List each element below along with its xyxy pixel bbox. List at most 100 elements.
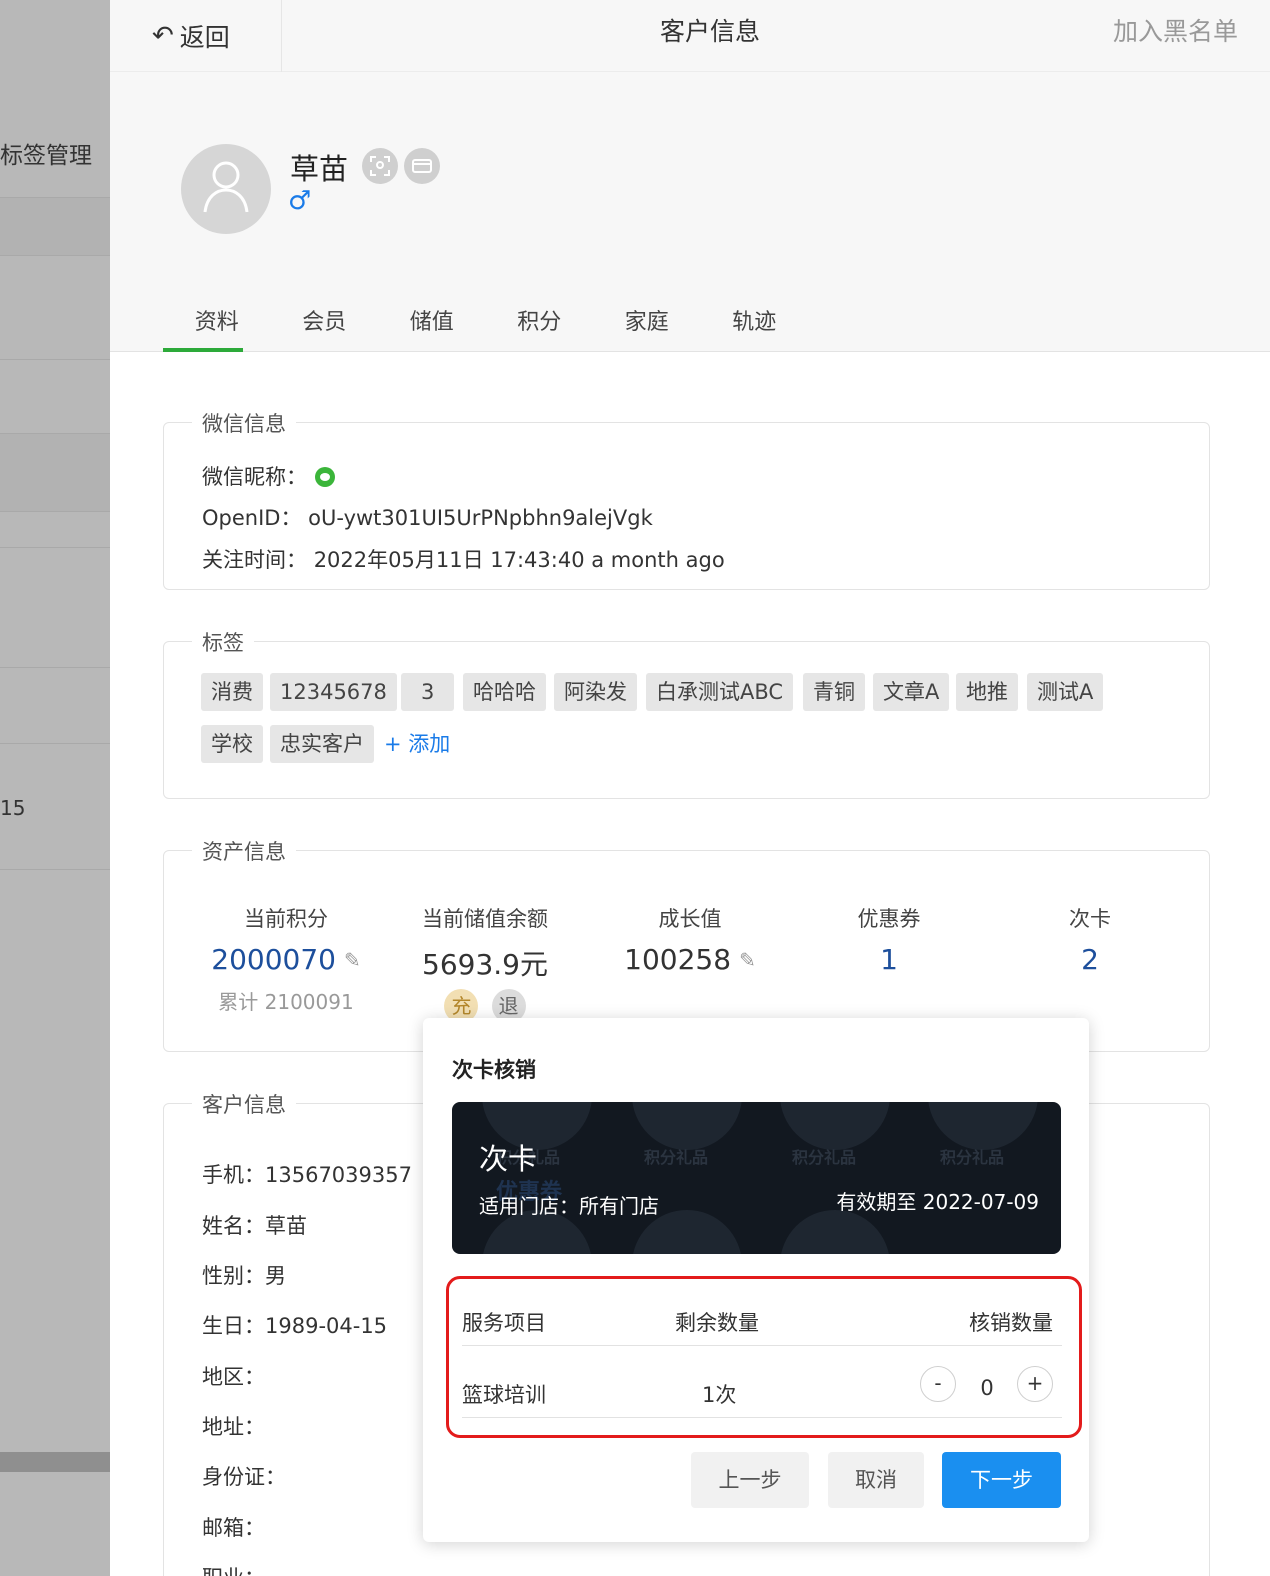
points-value-row: 2000070 ✎: [200, 943, 372, 976]
service-table: 服务项目 剩余数量 核销数量 篮球培训 1次 - 0 +: [446, 1276, 1082, 1438]
sidebar-row[interactable]: [0, 434, 110, 512]
tag-chip[interactable]: 忠实客户: [270, 725, 374, 763]
face-scan-icon[interactable]: [362, 148, 398, 184]
follow-time-row: 关注时间： 2022年05月11日 17:43:40 a month ago: [202, 544, 725, 574]
growth-label: 成长值: [658, 907, 722, 931]
section-title: 微信信息: [192, 408, 296, 438]
follow-time-value: 2022年05月11日 17:43:40 a month ago: [313, 548, 725, 572]
decrement-button[interactable]: -: [920, 1366, 956, 1402]
timecard-redeem-popover: 次卡核销 积分礼品 积分礼品 积分礼品 积分礼品 优惠券 次卡 适用门店：所有门…: [423, 1018, 1089, 1542]
tab-stored-value[interactable]: 储值: [378, 298, 486, 352]
balance-column: 当前储值余额 5693.9元 充 退: [410, 903, 560, 1023]
card-pattern: [928, 1102, 1038, 1150]
timecard-name: 次卡: [479, 1142, 538, 1176]
id-card-field: 身份证：: [202, 1465, 286, 1489]
address-field: 地址：: [202, 1415, 265, 1439]
service-name: 篮球培训: [462, 1383, 546, 1407]
column-header-redeem: 核销数量: [969, 1311, 1053, 1335]
email-field: 邮箱：: [202, 1516, 265, 1540]
sidebar-item-number: 15: [0, 796, 26, 820]
timecard-label: 次卡: [1069, 907, 1111, 931]
card-watermark: 积分礼品: [940, 1148, 1005, 1167]
next-step-button[interactable]: 下一步: [942, 1452, 1061, 1508]
occupation-field: 职业：: [202, 1562, 265, 1576]
region-field: 地区：: [202, 1365, 265, 1389]
timecard-value[interactable]: 2: [1030, 943, 1150, 976]
wechat-nickname-row: 微信昵称：: [202, 461, 335, 491]
sidebar-row[interactable]: [0, 198, 110, 256]
section-title: 资产信息: [192, 836, 296, 866]
increment-button[interactable]: +: [1017, 1366, 1053, 1402]
tab-family[interactable]: 家庭: [593, 298, 701, 352]
tag-chip[interactable]: 文章A: [873, 673, 950, 711]
tab-member[interactable]: 会员: [271, 298, 379, 352]
coupon-value[interactable]: 1: [829, 943, 949, 976]
follow-time-label: 关注时间：: [202, 548, 307, 572]
divider: [462, 1345, 1062, 1346]
sidebar: 标签管理 15: [0, 0, 110, 1576]
sidebar-item-tag-management[interactable]: 标签管理: [0, 136, 92, 170]
card-pattern: [632, 1102, 742, 1150]
card-watermark: 积分礼品: [644, 1148, 709, 1167]
tag-chip[interactable]: 白承测试ABC: [646, 673, 794, 711]
card-icon[interactable]: [404, 148, 440, 184]
sidebar-row[interactable]: 标签管理: [0, 0, 110, 198]
tag-chip[interactable]: 3: [401, 673, 455, 711]
user-icon: [203, 161, 249, 213]
tag-chip[interactable]: 消费: [201, 673, 263, 711]
tag-chip[interactable]: 测试A: [1027, 673, 1104, 711]
profile-header: 草苗 ♂ 资料 会员 储值 积分 家庭 轨迹: [110, 72, 1270, 352]
tab-points[interactable]: 积分: [486, 298, 594, 352]
edit-icon[interactable]: ✎: [344, 948, 361, 972]
phone-field: 手机：13567039357: [202, 1163, 412, 1187]
coupon-column: 优惠券 1: [829, 903, 949, 976]
tag-chip[interactable]: 青铜: [803, 673, 865, 711]
openid-value: oU-ywt301UI5UrPNpbhn9alejVgk: [308, 506, 653, 530]
popover-title: 次卡核销: [452, 1058, 536, 1082]
balance-value: 5693.9元: [422, 948, 548, 981]
back-label: 返回: [179, 23, 230, 52]
previous-step-button[interactable]: 上一步: [691, 1452, 809, 1508]
growth-value: 100258: [624, 943, 732, 976]
add-tag-button[interactable]: + 添加: [384, 725, 450, 763]
sidebar-row[interactable]: [0, 512, 110, 548]
growth-column: 成长值 100258 ✎: [610, 903, 770, 976]
sidebar-row[interactable]: [0, 548, 110, 668]
tab-bar: 资料 会员 储值 积分 家庭 轨迹: [163, 298, 808, 352]
top-bar: 客户信息 ↶ 返回 加入黑名单: [110, 0, 1270, 72]
card-watermark: 积分礼品: [792, 1148, 857, 1167]
edit-icon[interactable]: ✎: [739, 948, 756, 972]
tag-chip[interactable]: 哈哈哈: [463, 673, 546, 711]
points-label: 当前积分: [244, 907, 328, 931]
openid-row: OpenID： oU-ywt301UI5UrPNpbhn9alejVgk: [202, 502, 653, 532]
redeem-quantity[interactable]: 0: [972, 1376, 1002, 1400]
wechat-nickname-label: 微信昵称：: [202, 465, 307, 489]
cancel-button[interactable]: 取消: [828, 1452, 924, 1508]
timecard-expiry: 有效期至 2022-07-09: [836, 1190, 1039, 1214]
tab-trajectory[interactable]: 轨迹: [701, 298, 809, 352]
divider: [462, 1417, 1062, 1418]
tag-chip[interactable]: 学校: [201, 725, 263, 763]
add-to-blacklist-button[interactable]: 加入黑名单: [1113, 0, 1238, 64]
back-arrow-icon: ↶: [152, 21, 174, 51]
customer-name: 草苗: [290, 152, 349, 186]
sidebar-row[interactable]: [0, 360, 110, 434]
timecard-store: 适用门店：所有门店: [479, 1194, 659, 1218]
sidebar-row[interactable]: [0, 256, 110, 360]
tag-chip[interactable]: 地推: [956, 673, 1018, 711]
sidebar-row[interactable]: 15: [0, 744, 110, 870]
column-header-remaining: 剩余数量: [675, 1311, 759, 1335]
birthday-field: 生日：1989-04-15: [202, 1314, 388, 1338]
tab-profile[interactable]: 资料: [163, 298, 271, 352]
sidebar-row[interactable]: [0, 668, 110, 744]
name-field: 姓名：草苗: [202, 1214, 307, 1238]
tags-card: 标签 消费 12345678 3 哈哈哈 阿染发 白承测试ABC 青铜 文章A …: [163, 627, 1210, 799]
gender-field: 性别：男: [202, 1264, 286, 1288]
back-button[interactable]: ↶ 返回: [110, 0, 282, 72]
remaining-count: 1次: [702, 1383, 737, 1407]
tag-chip[interactable]: 阿染发: [554, 673, 637, 711]
balance-label: 当前储值余额: [422, 907, 548, 931]
tag-chip[interactable]: 12345678: [270, 673, 397, 711]
points-value: 2000070: [211, 943, 336, 976]
card-pattern: [780, 1102, 890, 1150]
